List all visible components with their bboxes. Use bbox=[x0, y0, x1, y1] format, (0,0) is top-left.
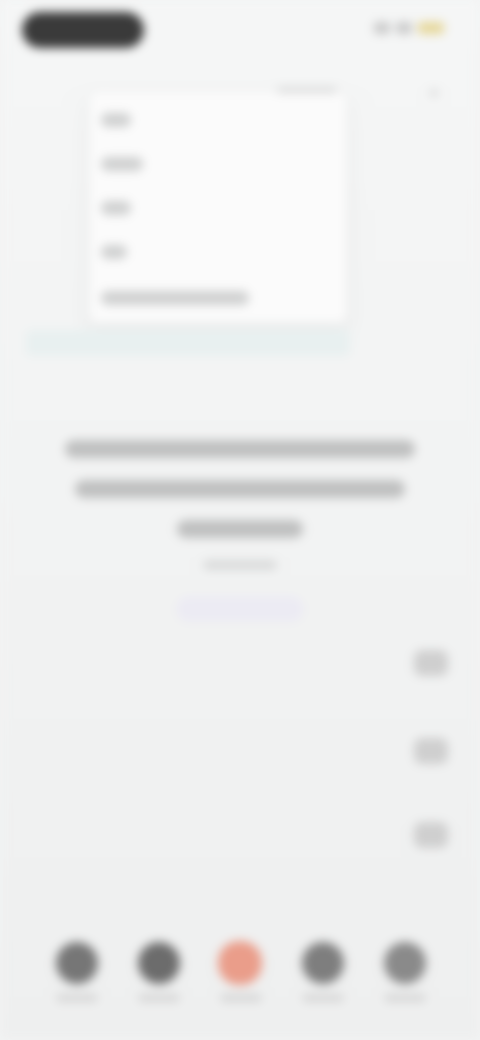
message-line bbox=[65, 440, 415, 458]
menu-item[interactable] bbox=[101, 291, 249, 305]
message-line bbox=[177, 520, 303, 538]
dropdown-menu bbox=[88, 87, 348, 324]
empty-state-message bbox=[56, 440, 424, 622]
message-subtext bbox=[203, 560, 277, 570]
nav-icon[interactable] bbox=[302, 942, 344, 984]
nav-icon[interactable] bbox=[138, 942, 180, 984]
app-screen: ✕ bbox=[0, 0, 480, 1040]
nav-icon-active[interactable] bbox=[218, 941, 262, 985]
message-line bbox=[75, 480, 405, 498]
nav-label bbox=[138, 994, 180, 1002]
menu-item[interactable] bbox=[101, 157, 143, 171]
side-action-icon[interactable] bbox=[414, 822, 448, 848]
nav-label bbox=[384, 994, 426, 1002]
cta-button[interactable] bbox=[176, 596, 304, 622]
bottom-nav bbox=[0, 920, 480, 1010]
menu-footer bbox=[26, 330, 350, 356]
side-action-icon[interactable] bbox=[414, 738, 448, 764]
nav-icon[interactable] bbox=[56, 942, 98, 984]
menu-item[interactable] bbox=[101, 245, 127, 259]
nav-label bbox=[56, 994, 98, 1002]
wifi-icon bbox=[396, 22, 412, 34]
nav-icon[interactable] bbox=[384, 942, 426, 984]
nav-label bbox=[220, 994, 262, 1002]
status-icons bbox=[374, 22, 444, 34]
status-bar-pill bbox=[22, 12, 144, 48]
signal-icon bbox=[374, 22, 390, 34]
menu-header bbox=[277, 87, 337, 93]
nav-label bbox=[302, 994, 344, 1002]
close-icon[interactable]: ✕ bbox=[422, 86, 446, 100]
menu-item[interactable] bbox=[101, 113, 131, 127]
battery-icon bbox=[418, 22, 444, 34]
menu-item[interactable] bbox=[101, 201, 131, 215]
side-action-icon[interactable] bbox=[414, 650, 448, 676]
